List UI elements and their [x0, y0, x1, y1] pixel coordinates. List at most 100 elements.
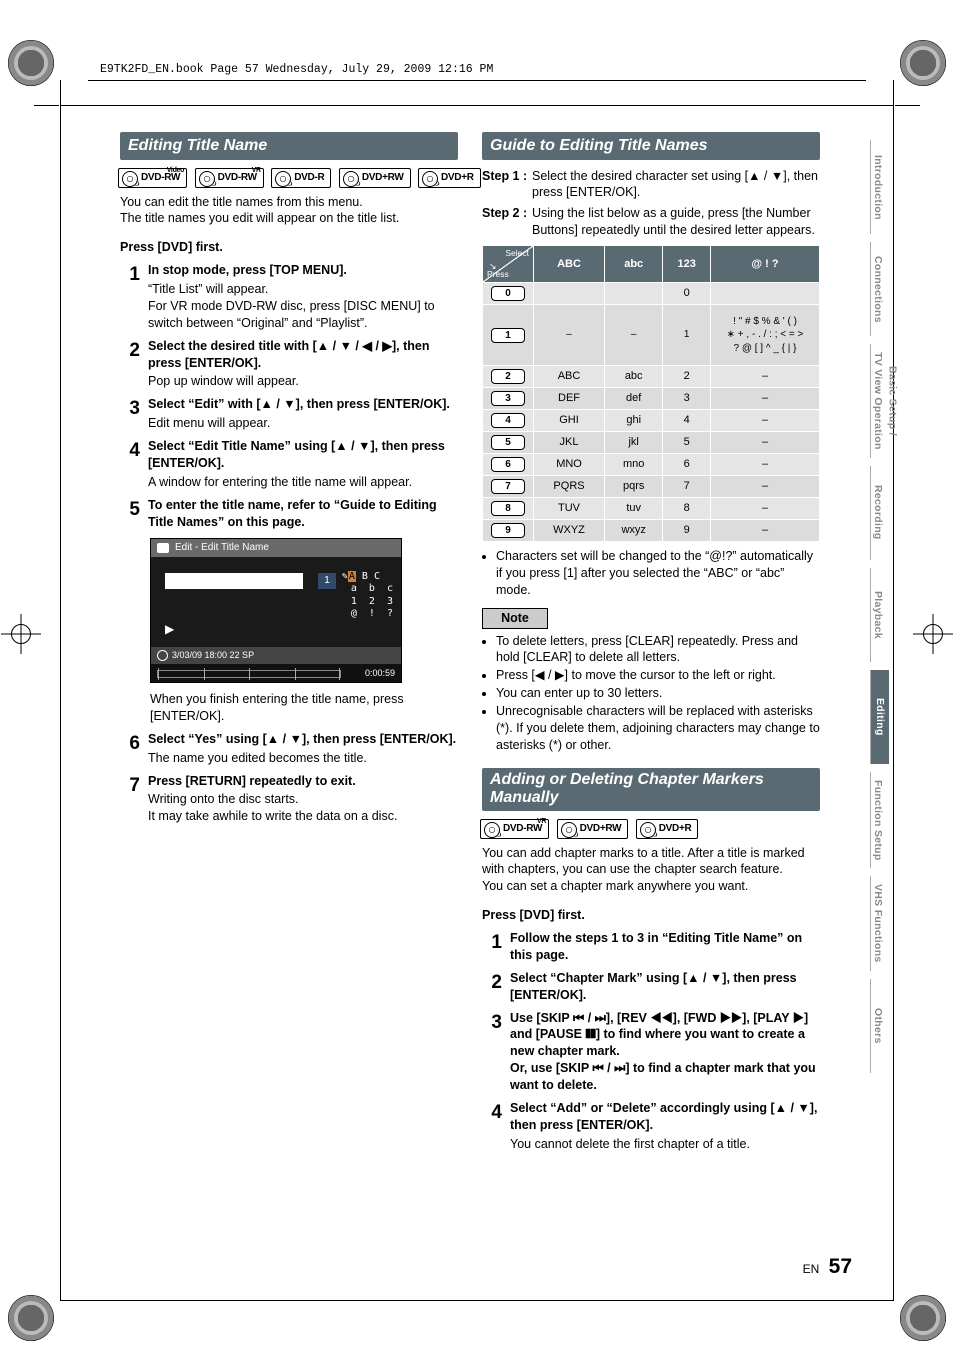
guide-step-label: Step 2 [482, 205, 532, 239]
step-detail: A window for entering the title name wil… [148, 474, 458, 491]
disc-badge: DVD+R [636, 819, 699, 839]
table-cell: – [711, 454, 820, 476]
step: 3 Use [SKIP ⏮ / ⏭], [REV ◀◀], [FWD ▶▶], … [482, 1010, 820, 1094]
step-number: 3 [120, 396, 140, 432]
tab-connections[interactable]: Connections [870, 242, 885, 336]
step: 6 Select “Yes” using [▲ / ▼], then press… [120, 731, 458, 767]
table-row: 7PQRSpqrs7– [483, 476, 820, 498]
table-cell [711, 283, 820, 305]
disc-icon [157, 650, 168, 661]
figure-status-bar: 3/03/09 18:00 22 SP [151, 647, 401, 663]
table-cell: 6 [663, 454, 711, 476]
tab-others[interactable]: Others [870, 979, 885, 1073]
step: 4 Select “Add” or “Delete” accordingly u… [482, 1100, 820, 1153]
table-cell: PQRS [534, 476, 605, 498]
tab-editing[interactable]: Editing [870, 670, 889, 764]
intro-text: The title names you edit will appear on … [120, 210, 458, 227]
guide-step: Step 2Using the list below as a guide, p… [482, 205, 820, 239]
note-item: To delete letters, press [CLEAR] repeate… [496, 633, 820, 667]
step-instruction: Select “Yes” using [▲ / ▼], then press [… [148, 731, 458, 748]
table-cell: – [711, 520, 820, 542]
tab-basic-setup[interactable]: Basic Setup / TV View Operation [870, 344, 899, 458]
table-cell: JKL [534, 432, 605, 454]
guide-step: Step 1Select the desired character set u… [482, 168, 820, 202]
note-item: Press [◀ / ▶] to move the cursor to the … [496, 667, 820, 684]
table-cell: 7 [663, 476, 711, 498]
table-cell: – [711, 498, 820, 520]
keycap-icon: 4 [491, 413, 525, 428]
step-number: 4 [482, 1100, 502, 1153]
col-head: 123 [663, 246, 711, 283]
step-instruction: Select “Edit” with [▲ / ▼], then press [… [148, 396, 458, 413]
guide-step-body: Using the list below as a guide, press [… [532, 205, 820, 239]
col-head: abc [605, 246, 663, 283]
disc-type-badges: VideoDVD-RW VRDVD-RW DVD-R DVD+RW DVD+R [118, 168, 458, 188]
section-heading-editing-title-name: Editing Title Name [120, 132, 458, 160]
disc-badge-label: DVD-R [294, 172, 324, 183]
step-number: 2 [120, 338, 140, 391]
keycap-icon: 9 [491, 523, 525, 538]
book-header: E9TK2FD_EN.book Page 57 Wednesday, July … [100, 62, 493, 78]
section-heading-guide: Guide to Editing Title Names [482, 132, 820, 160]
table-cell: – [711, 388, 820, 410]
crop-mark-bl [8, 1295, 54, 1341]
table-row: 00 [483, 283, 820, 305]
table-row: 5JKLjkl5– [483, 432, 820, 454]
precondition: Press [DVD] first. [120, 239, 458, 256]
step: 5 To enter the title name, refer to “Gui… [120, 497, 458, 531]
registration-mark-left [7, 620, 35, 648]
step-number: 6 [120, 731, 140, 767]
tab-introduction[interactable]: Introduction [870, 140, 885, 234]
step-detail: Edit menu will appear. [148, 415, 458, 432]
table-cell: 2 [663, 366, 711, 388]
char-cell: a b c [342, 583, 393, 594]
step: 1 In stop mode, press [TOP MENU]. “Title… [120, 262, 458, 332]
key-cell: 2 [483, 366, 534, 388]
table-cell [605, 283, 663, 305]
disc-badge: VRDVD-RW [480, 819, 549, 839]
figure-progress-bar: 0:00:59 [151, 663, 401, 682]
note-heading: Note [482, 608, 548, 629]
disc-badge-label: DVD+R [441, 172, 474, 183]
table-cell: 4 [663, 410, 711, 432]
diag-arrow-icon: ↘ [489, 260, 497, 272]
table-cell: – [605, 305, 663, 366]
figure-title: Edit - Edit Title Name [175, 541, 269, 555]
section-tabs: Introduction Connections Basic Setup / T… [870, 140, 884, 1081]
table-cell: TUV [534, 498, 605, 520]
tab-recording[interactable]: Recording [870, 466, 885, 560]
step-detail: Writing onto the disc starts. It may tak… [148, 791, 458, 825]
table-cell: abc [605, 366, 663, 388]
tab-function-setup[interactable]: Function Setup [870, 772, 885, 869]
keycap-icon: 1 [491, 328, 525, 343]
figure-timecode: 0:00:59 [365, 667, 395, 679]
guide-steps: Step 1Select the desired character set u… [482, 168, 820, 240]
play-icon: ▶ [165, 621, 174, 637]
keycap-icon: 8 [491, 501, 525, 516]
table-cell: GHI [534, 410, 605, 432]
table-cell: – [711, 432, 820, 454]
loop-icon [157, 543, 169, 553]
pencil-icon: ✎ [342, 571, 348, 582]
keycap-icon: 7 [491, 479, 525, 494]
step-instruction: In stop mode, press [TOP MENU]. [148, 262, 458, 279]
page-num: 57 [829, 1255, 852, 1278]
step-instruction: Select the desired title with [▲ / ▼ / ◀… [148, 338, 458, 372]
section-heading-chapter-markers: Adding or Deleting Chapter Markers Manua… [482, 768, 820, 811]
char-cell: @ ! ? [342, 608, 393, 619]
tab-playback[interactable]: Playback [870, 568, 885, 662]
col-head: ABC [534, 246, 605, 283]
keycap-icon: 6 [491, 457, 525, 472]
note-text: Characters set will be changed to the “@… [496, 548, 820, 599]
table-cell: – [711, 476, 820, 498]
tab-vhs-functions[interactable]: VHS Functions [870, 876, 885, 971]
figure-titlebar: Edit - Edit Title Name [151, 539, 401, 557]
key-cell: 0 [483, 283, 534, 305]
col-head: @ ! ? [711, 246, 820, 283]
left-column: Editing Title Name VideoDVD-RW VRDVD-RW … [120, 130, 458, 827]
steps-list: 1 In stop mode, press [TOP MENU]. “Title… [120, 262, 458, 530]
table-row: 3DEFdef3– [483, 388, 820, 410]
notes-list: To delete letters, press [CLEAR] repeate… [482, 633, 820, 754]
steps-list: 1 Follow the steps 1 to 3 in “Editing Ti… [482, 930, 820, 1153]
disc-badge-label: DVD+R [659, 823, 692, 834]
